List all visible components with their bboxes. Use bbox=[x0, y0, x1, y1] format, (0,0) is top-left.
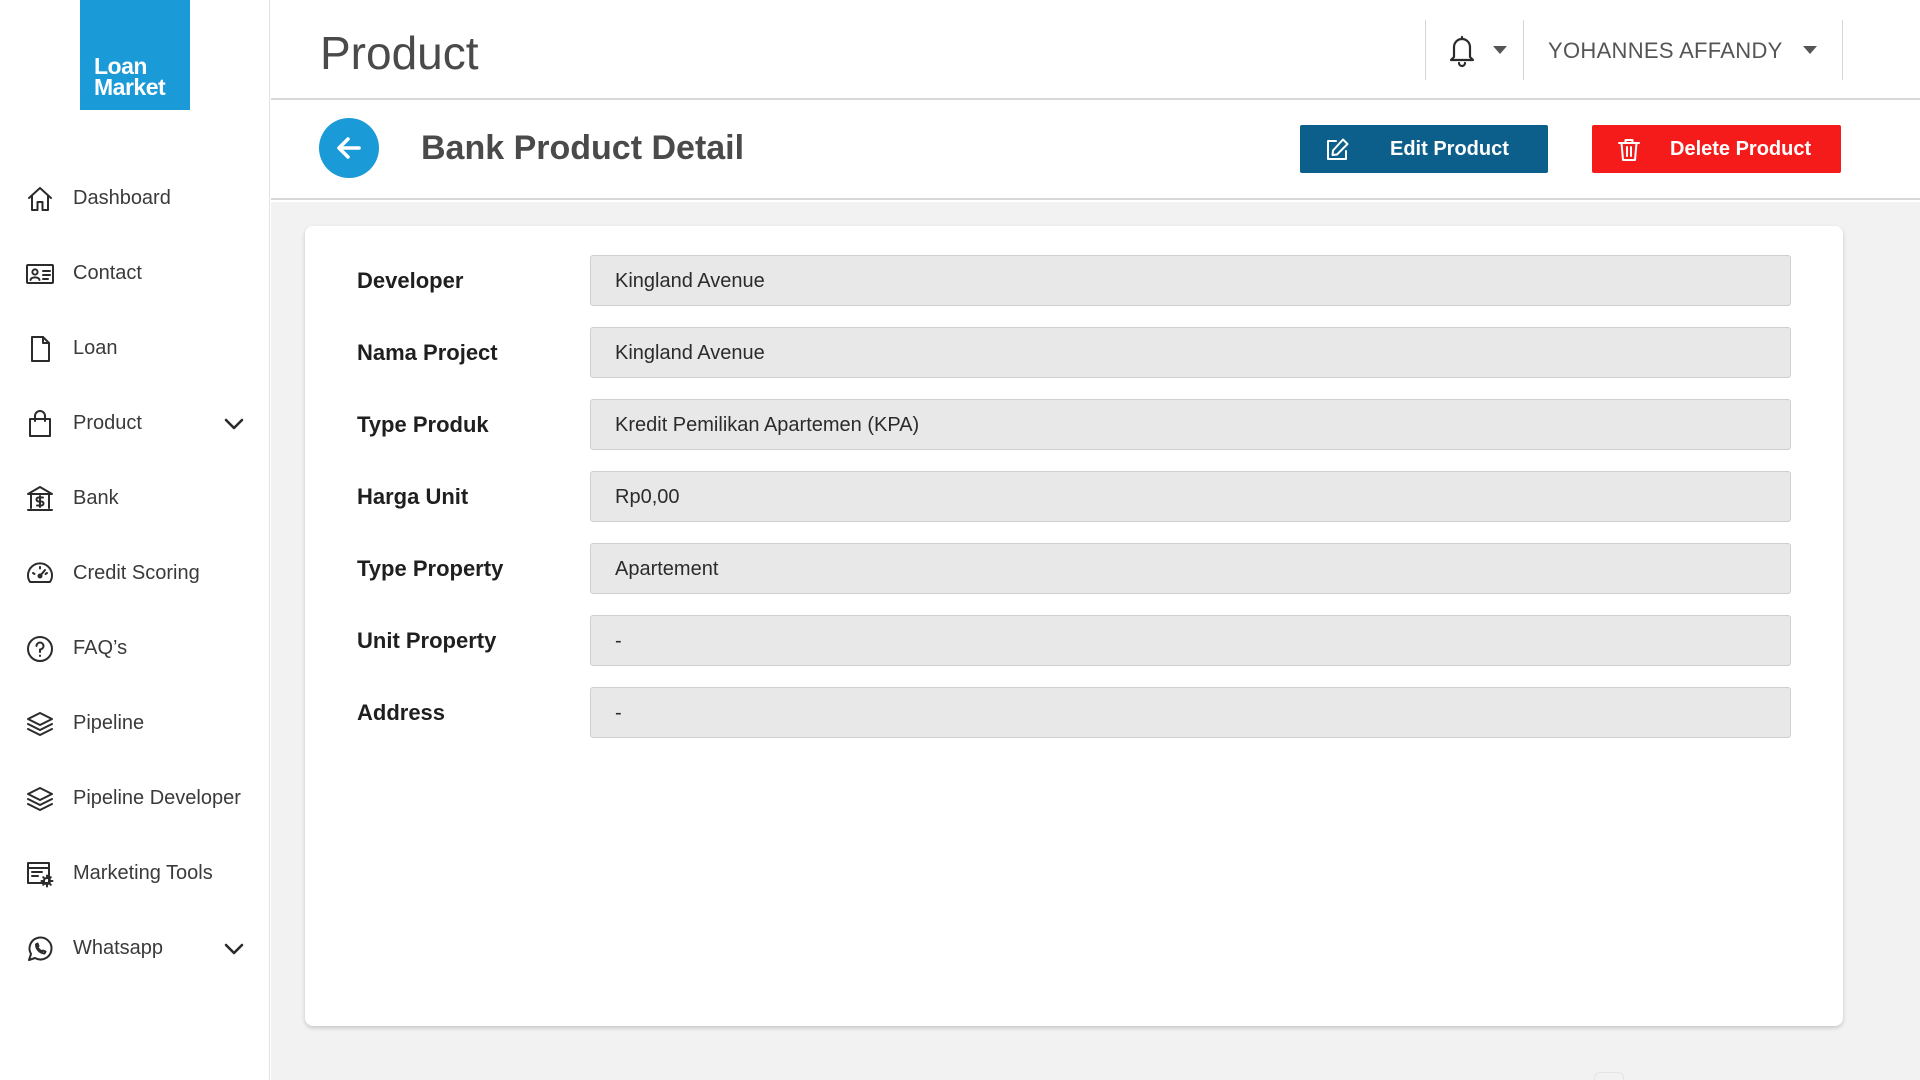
detail-row-developer: Developer Kingland Avenue bbox=[305, 255, 1843, 306]
sidebar-item-dashboard[interactable]: Dashboard bbox=[0, 161, 270, 236]
harga-unit-field: Rp0,00 bbox=[590, 471, 1791, 522]
section-title: Bank Product Detail bbox=[421, 129, 745, 167]
page-title: Product bbox=[320, 27, 479, 79]
sidebar-item-label: Pipeline bbox=[73, 712, 145, 734]
top-header: Product YOHANNES AFFANDY bbox=[271, 0, 1920, 100]
sidebar-item-loan[interactable]: Loan bbox=[0, 311, 270, 386]
type-property-field: Apartement bbox=[590, 543, 1791, 594]
home-icon bbox=[24, 183, 56, 215]
sidebar-nav: Dashboard Contact Loan Product Bank Cred… bbox=[0, 161, 270, 986]
sidebar-item-label: Dashboard bbox=[73, 187, 171, 209]
detail-row-unit-property: Unit Property - bbox=[305, 615, 1843, 666]
chevron-down-icon[interactable] bbox=[222, 412, 246, 436]
sidebar-item-pipeline[interactable]: Pipeline bbox=[0, 686, 270, 761]
header-divider bbox=[1523, 20, 1524, 80]
sidebar: Loan Market Dashboard Contact Loan Produ… bbox=[0, 0, 270, 1080]
sidebar-item-contact[interactable]: Contact bbox=[0, 236, 270, 311]
field-label: Developer bbox=[357, 268, 464, 293]
user-name[interactable]: YOHANNES AFFANDY bbox=[1548, 38, 1783, 64]
delete-product-label: Delete Product bbox=[1670, 138, 1812, 160]
sidebar-item-label: Product bbox=[73, 412, 142, 434]
header-divider bbox=[1842, 20, 1843, 80]
sidebar-item-label: Pipeline Developer bbox=[73, 787, 241, 809]
edit-product-label: Edit Product bbox=[1390, 138, 1509, 160]
sidebar-item-label: Whatsapp bbox=[73, 937, 164, 959]
field-label: Harga Unit bbox=[357, 484, 469, 509]
edit-product-button[interactable]: Edit Product bbox=[1300, 125, 1548, 173]
main-content: Developer Kingland Avenue Nama Project K… bbox=[271, 202, 1920, 1080]
contact-card-icon bbox=[24, 258, 56, 290]
gauge-icon bbox=[24, 558, 56, 590]
marketing-settings-icon bbox=[24, 858, 56, 890]
detail-row-nama-project: Nama Project Kingland Avenue bbox=[305, 327, 1843, 378]
sidebar-item-faqs[interactable]: FAQ’s bbox=[0, 611, 270, 686]
sidebar-item-label: Contact bbox=[73, 262, 142, 284]
document-icon bbox=[24, 333, 56, 365]
unit-property-field: - bbox=[590, 615, 1791, 666]
whatsapp-icon bbox=[24, 933, 56, 965]
logo-line-2: Market bbox=[94, 74, 166, 100]
developer-field: Kingland Avenue bbox=[590, 255, 1791, 306]
layers-icon bbox=[24, 783, 56, 815]
user-menu-caret-icon[interactable] bbox=[1803, 46, 1817, 54]
sidebar-item-marketing-tools[interactable]: Marketing Tools bbox=[0, 836, 270, 911]
floating-widget-edge bbox=[1594, 1072, 1624, 1080]
delete-product-button[interactable]: Delete Product bbox=[1592, 125, 1841, 173]
detail-row-harga-unit: Harga Unit Rp0,00 bbox=[305, 471, 1843, 522]
shopping-bag-icon bbox=[24, 408, 56, 440]
edit-icon bbox=[1324, 137, 1350, 163]
bank-icon bbox=[24, 483, 56, 515]
loan-market-logo[interactable]: Loan Market bbox=[80, 0, 190, 110]
field-label: Type Property bbox=[357, 556, 504, 581]
sidebar-item-label: FAQ’s bbox=[73, 637, 128, 659]
detail-row-address: Address - bbox=[305, 687, 1843, 738]
sidebar-item-product[interactable]: Product bbox=[0, 386, 270, 461]
field-label: Address bbox=[357, 700, 446, 725]
back-button[interactable] bbox=[319, 118, 379, 178]
sidebar-item-whatsapp[interactable]: Whatsapp bbox=[0, 911, 270, 986]
detail-row-type-property: Type Property Apartement bbox=[305, 543, 1843, 594]
field-label: Unit Property bbox=[357, 628, 497, 653]
product-detail-card: Developer Kingland Avenue Nama Project K… bbox=[305, 226, 1843, 1026]
sidebar-item-label: Loan bbox=[73, 337, 118, 359]
nama-project-field: Kingland Avenue bbox=[590, 327, 1791, 378]
sidebar-item-credit-scoring[interactable]: Credit Scoring bbox=[0, 536, 270, 611]
detail-toolbar: Bank Product Detail Edit Product Delete … bbox=[271, 100, 1920, 200]
arrow-left-icon bbox=[337, 137, 361, 159]
type-produk-field: Kredit Pemilikan Apartemen (KPA) bbox=[590, 399, 1791, 450]
header-divider bbox=[1425, 20, 1426, 80]
chevron-down-icon[interactable] bbox=[222, 937, 246, 961]
field-label: Type Produk bbox=[357, 412, 489, 437]
sidebar-item-bank[interactable]: Bank bbox=[0, 461, 270, 536]
trash-icon bbox=[1616, 137, 1642, 163]
sidebar-item-pipeline-developer[interactable]: Pipeline Developer bbox=[0, 761, 270, 836]
sidebar-item-label: Marketing Tools bbox=[73, 862, 213, 884]
layers-icon bbox=[24, 708, 56, 740]
sidebar-item-label: Bank bbox=[73, 487, 119, 509]
field-label: Nama Project bbox=[357, 340, 498, 365]
notification-dropdown-caret-icon[interactable] bbox=[1493, 46, 1507, 54]
address-field: - bbox=[590, 687, 1791, 738]
sidebar-item-label: Credit Scoring bbox=[73, 562, 200, 584]
help-circle-icon bbox=[24, 633, 56, 665]
bell-icon[interactable] bbox=[1445, 32, 1479, 68]
detail-row-type-produk: Type Produk Kredit Pemilikan Apartemen (… bbox=[305, 399, 1843, 450]
